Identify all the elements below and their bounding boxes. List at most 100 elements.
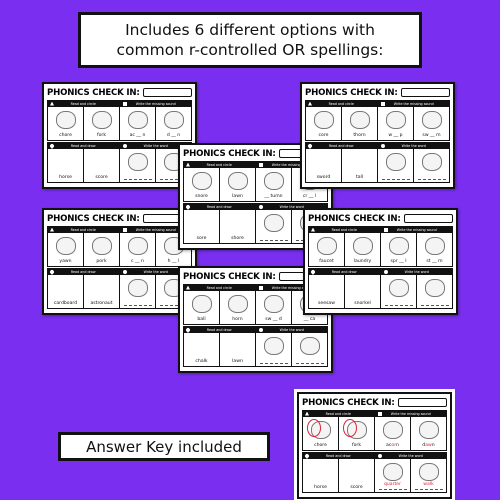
cell-word: lawn [232,359,243,364]
section-label-text: Write the missing sound [135,101,176,106]
heart-icon [49,142,55,149]
clipart-image [263,337,284,355]
section-label-text: Read and circle [70,227,96,232]
triangle-icon [50,227,54,232]
square-icon [258,285,263,290]
writing-line [381,177,410,180]
worksheet-ws1: PHONICS CHECK IN: Read and circle Write th… [42,82,197,189]
section-bar: Read and circle Write the missing sound [47,100,192,107]
square-icon [122,227,127,232]
cell-word: spr __ l [390,259,407,264]
section-label: Read and circle [308,227,381,232]
picture-cell: sw __ m [414,107,449,140]
cell-word: horse [314,485,327,490]
picture-cell: snore [184,168,220,201]
clipart-image [424,279,445,297]
draw-cell: sore [184,210,220,243]
clipart-image [382,421,403,439]
section-label: Read and draw [183,203,256,210]
cell-word: score [95,175,108,180]
worksheet-header: PHONICS CHECK IN: [305,86,450,99]
cell-word: d __ n [166,133,181,138]
section-bar: Read and draw Write the word [47,268,192,275]
clipart-image [421,111,442,129]
section-label-text: Read and draw [328,143,354,148]
cell-word: chore [59,133,72,138]
cell-word: fork [97,133,106,138]
triangle-icon [50,101,54,106]
picture-cell: lawn [220,168,256,201]
worksheet-title: PHONICS CHECK IN: [183,148,276,159]
picture-cell: fork [339,417,375,450]
cell-word: cardboard [53,301,78,306]
cell-word: sword [316,175,331,180]
section-label-text: Write the word [279,327,304,332]
triangle-icon [305,411,309,416]
worksheet-header: PHONICS CHECK IN: [302,396,447,409]
section-label: Read and draw [302,452,375,459]
triangle-icon [186,162,190,167]
section-bar: Read and draw Write the word [308,268,453,275]
answer-sound: aw [425,443,432,448]
heart-icon [185,326,191,333]
worksheet-ws2: PHONICS CHECK IN: Read and circle Write th… [300,82,455,189]
square-icon [258,162,263,167]
section-label: Write the missing sound [375,411,448,416]
draw-cell [378,149,414,182]
section-label-text: Read and draw [70,143,96,148]
section-label-text: Read and draw [331,269,357,274]
section-label: Write the word [381,269,454,274]
square-icon [122,101,127,106]
picture-cell: st __ m [417,233,452,266]
section-label: Read and circle [183,285,256,290]
worksheet-title: PHONICS CHECK IN: [305,87,398,98]
draw-row: chalk lawn [183,333,328,367]
clipart-image [191,295,212,313]
section-label: Read and draw [47,268,120,275]
section-bar: Read and circle Write the missing sound [305,100,450,107]
worksheet-header: PHONICS CHECK IN: [47,86,192,99]
cell-word: horse [59,175,72,180]
section-label-text: Read and circle [206,162,232,167]
draw-cell [417,275,452,308]
cell-word: seesaw [317,301,335,306]
circle-icon [122,143,127,148]
draw-cell: horse [303,459,339,492]
draw-row: horse score quarter walk [302,459,447,493]
writing-line [295,361,324,364]
circle-icon [377,453,382,458]
clipart-image [127,153,148,171]
clipart-image [388,237,409,255]
section-label: Read and draw [47,142,120,149]
worksheet-title: PHONICS CHECK IN: [308,213,401,224]
name-box [142,88,192,97]
clipart-image [91,237,112,255]
section-label-text: Read and draw [206,327,232,332]
draw-cell: chalk [184,333,220,366]
picture-cell: ball [184,291,220,324]
worksheet-header: PHONICS CHECK IN: [308,212,453,225]
clipart-image [127,237,148,255]
clipart-image [418,463,439,481]
picture-cell: dawn [411,417,446,450]
clipart-image [352,237,373,255]
section-label-text: Read and circle [206,285,232,290]
cell-word: dawn [422,443,435,448]
writing-line [123,303,152,306]
draw-cell: score [339,459,375,492]
draw-cell: lawn [220,333,256,366]
picture-cell: pork [84,233,120,266]
clipart-image [263,172,284,190]
section-label-text: Read and draw [70,269,96,274]
clipart-image [127,111,148,129]
draw-cell [381,275,417,308]
section-label-text: Read and circle [325,411,351,416]
section-label: Read and circle [47,101,120,106]
section-label-text: Write the missing sound [396,227,437,232]
section-label-text: Write the word [279,204,304,209]
section-label: Write the missing sound [381,227,454,232]
section-label: Read and circle [183,162,256,167]
draw-row: cardboard astronaut [47,275,192,309]
cell-word: ball [197,317,206,322]
clipart-image [421,153,442,171]
